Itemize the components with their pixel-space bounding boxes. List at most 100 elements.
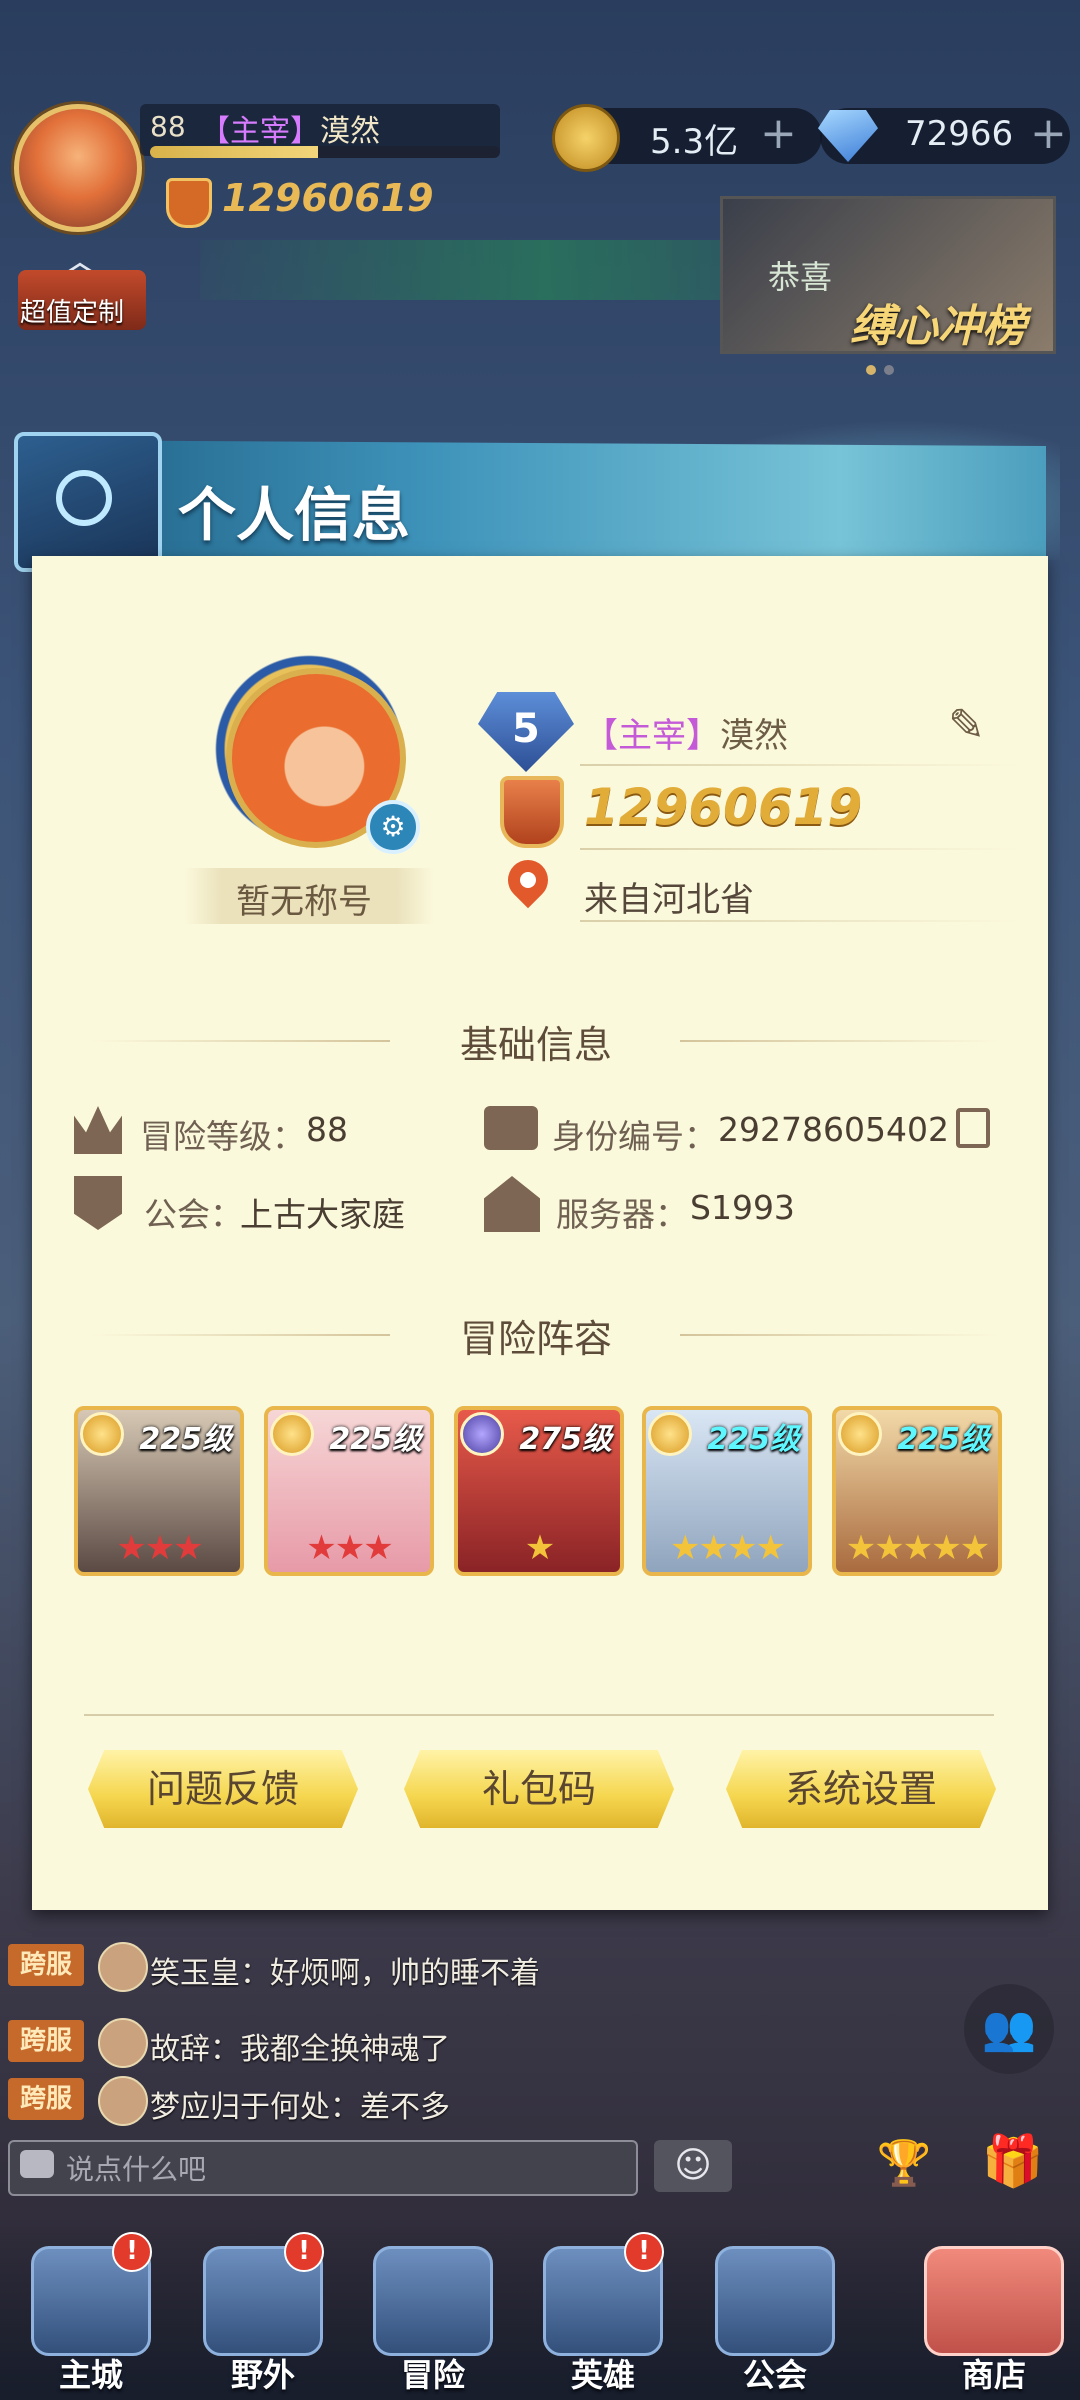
lineup-heading: 冒险阵容 (460, 1317, 613, 1361)
edit-name-icon[interactable]: ✎ (948, 700, 985, 751)
chat-placeholder: 说点什么吧 (66, 2153, 207, 2186)
chat-bubble-icon (20, 2150, 54, 2178)
copy-icon[interactable] (956, 1108, 990, 1148)
section-divider-left (90, 1334, 390, 1336)
add-gem-button[interactable]: + (1030, 112, 1067, 156)
gear-icon[interactable]: ⚙ (366, 800, 420, 854)
player-title: 暂无称号 (236, 882, 372, 922)
nav-label: 冒险 (400, 2356, 465, 2394)
banner-pager (866, 360, 902, 379)
player-level: 88 (150, 110, 186, 143)
announcement-text: 恭喜 (768, 258, 833, 296)
divider (580, 920, 1020, 922)
hero-stars: ★ (524, 1528, 555, 1568)
custom-offer-label: 超值定制 (20, 298, 125, 328)
power-icon (166, 178, 212, 228)
coin-icon (552, 104, 620, 172)
hero-card[interactable]: 225级 ★★★ (74, 1406, 244, 1576)
hero-card[interactable]: 225级 ★★★★ (642, 1406, 812, 1576)
treasure-chest-icon[interactable]: 🎁 (968, 2116, 1058, 2206)
chat-text: 笑玉皇：好烦啊，帅的睡不着 (150, 1956, 540, 1991)
emblem-ring-icon (56, 470, 112, 526)
banner-icon (715, 2246, 835, 2356)
rank-gold-icon (80, 1412, 124, 1456)
shop-icon (924, 2246, 1064, 2356)
nav-heroes[interactable]: 英雄 ! (528, 2226, 678, 2396)
profile-power: 12960619 (584, 778, 863, 836)
feedback-button[interactable]: 问题反馈 (88, 1750, 358, 1828)
basic-info-heading: 基础信息 (460, 1023, 613, 1067)
id-value: 29278605402 (718, 1110, 949, 1149)
nav-wild[interactable]: 野外 ! (188, 2226, 338, 2396)
swords-icon (373, 2246, 493, 2356)
avatar[interactable] (98, 1942, 148, 1992)
nav-label: 商店 (961, 2356, 1026, 2394)
cross-server-tag: 跨服 (8, 2078, 84, 2120)
id-label: 身份编号： (552, 1117, 717, 1156)
gem-amount: 72966 (905, 114, 1014, 154)
server-value: S1993 (690, 1188, 795, 1227)
hero-level: 275级 (519, 1422, 612, 1457)
hero-level: 225级 (707, 1422, 800, 1457)
nav-label: 主城 (58, 2356, 123, 2394)
cross-server-tag: 跨服 (8, 1944, 84, 1986)
chat-text: 故辞：我都全换神魂了 (150, 2032, 450, 2067)
player-avatar[interactable] (14, 104, 142, 232)
bottom-divider (84, 1714, 994, 1716)
settings-button[interactable]: 系统设置 (726, 1750, 996, 1828)
section-divider-right (680, 1334, 1000, 1336)
player-power: 12960619 (222, 176, 434, 220)
friends-icon[interactable]: 👥 (964, 1984, 1054, 2074)
exp-bar (150, 146, 500, 158)
player-name: 【主宰】漠然 (200, 114, 380, 149)
rank-gold-icon (648, 1412, 692, 1456)
hero-level: 225级 (897, 1422, 990, 1457)
vip-level: 5 (512, 706, 540, 752)
location-pin-dot (520, 872, 536, 888)
gift-code-button[interactable]: 礼包码 (404, 1750, 674, 1828)
section-divider-left (90, 1040, 390, 1042)
id-card-icon (484, 1106, 538, 1150)
nav-label: 英雄 (570, 2356, 635, 2394)
nav-shop[interactable]: 商店 (914, 2226, 1074, 2396)
adventure-level-value: 88 (306, 1110, 348, 1149)
divider (580, 848, 1020, 850)
hero-card[interactable]: 225级 ★★★★★ (832, 1406, 1002, 1576)
hero-level: 225级 (139, 1422, 232, 1457)
chat-text: 梦应归于何处：差不多 (150, 2090, 450, 2125)
nav-main-city[interactable]: 主城 ! (16, 2226, 166, 2396)
nav-guild[interactable]: 公会 (700, 2226, 850, 2396)
ranking-icon[interactable]: 🏆 (860, 2120, 948, 2208)
server-label: 服务器： (556, 1195, 688, 1234)
nav-adventure[interactable]: 冒险 (358, 2226, 508, 2396)
hero-stars: ★★★★ (670, 1528, 786, 1568)
hero-stars: ★★★★★ (845, 1528, 990, 1568)
rank-purple-icon (460, 1412, 504, 1456)
hero-level: 225级 (329, 1422, 422, 1457)
notification-badge: ! (112, 2232, 152, 2272)
nav-label: 公会 (742, 2356, 807, 2394)
avatar[interactable] (98, 2018, 148, 2068)
divider (580, 764, 1020, 766)
hero-stars: ★★★ (306, 1528, 393, 1568)
cross-server-tag: 跨服 (8, 2020, 84, 2062)
rank-gold-icon (270, 1412, 314, 1456)
profile-location: 来自河北省 (584, 880, 754, 920)
hero-card[interactable]: 225级 ★★★ (264, 1406, 434, 1576)
guild-label: 公会： (144, 1195, 243, 1234)
event-title: 缚心冲榜 (850, 301, 1026, 352)
guild-value: 上古大家庭 (240, 1195, 405, 1234)
profile-name: 【主宰】漠然 (584, 716, 788, 756)
adventure-level-label: 冒险等级： (140, 1117, 305, 1156)
nav-label: 野外 (230, 2356, 295, 2394)
emoji-icon[interactable]: ☺ (654, 2140, 732, 2192)
hero-stars: ★★★ (116, 1528, 203, 1568)
avatar[interactable] (98, 2076, 148, 2126)
hero-card[interactable]: 275级 ★ (454, 1406, 624, 1576)
panel-header (18, 440, 1046, 560)
notification-badge: ! (624, 2232, 664, 2272)
sword-shield-icon (500, 776, 564, 848)
gold-amount: 5.3亿 (650, 122, 739, 162)
add-gold-button[interactable]: + (760, 112, 797, 156)
section-divider-right (680, 1040, 1000, 1042)
